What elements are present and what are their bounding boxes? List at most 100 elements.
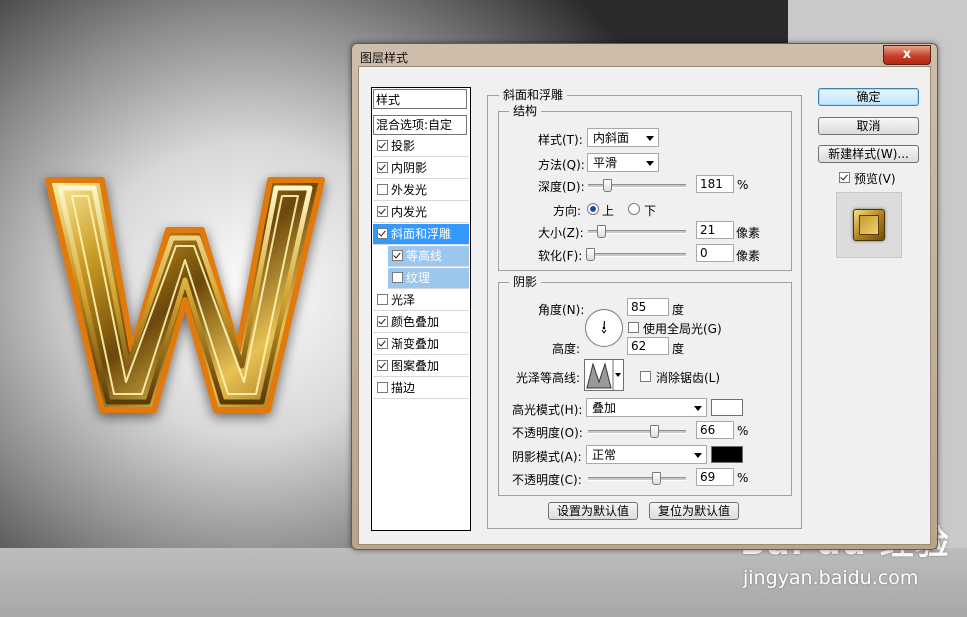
checkbox-icon[interactable] [392, 250, 403, 261]
style-list-item-label: 投影 [391, 139, 416, 153]
chevron-down-icon [646, 136, 654, 141]
structure-title: 结构 [509, 102, 542, 119]
highlight-opacity-label: 不透明度(O): [512, 426, 583, 440]
gloss-contour-label: 光泽等高线: [516, 371, 581, 385]
make-default-button[interactable]: 设置为默认值 [548, 502, 638, 520]
checkbox-icon [839, 172, 850, 183]
checkbox-icon[interactable] [377, 206, 388, 217]
angle-unit: 度 [672, 303, 685, 317]
style-list-item[interactable]: 纹理 [388, 268, 469, 289]
style-list-item[interactable]: 内发光 [373, 202, 469, 223]
dialog-title: 图层样式 [360, 51, 409, 65]
shadow-opacity-slider[interactable] [588, 472, 686, 485]
direction-down-radio[interactable] [628, 203, 640, 215]
size-slider-thumb[interactable] [597, 225, 606, 238]
chevron-down-icon [694, 406, 702, 411]
style-list-item[interactable]: 图案叠加 [373, 356, 469, 377]
size-input[interactable]: 21 [696, 221, 734, 239]
angle-input[interactable]: 85 [627, 298, 669, 316]
depth-slider-thumb[interactable] [603, 179, 612, 192]
altitude-input[interactable]: 62 [627, 337, 669, 355]
style-list-item[interactable]: 颜色叠加 [373, 312, 469, 333]
technique-dropdown[interactable]: 平滑 [587, 153, 659, 172]
antialias-checkbox[interactable] [640, 370, 651, 384]
preview-label[interactable]: 预览(V) [854, 170, 896, 187]
style-list-item[interactable]: 描边 [373, 378, 469, 399]
bevel-emboss-title: 斜面和浮雕 [499, 86, 568, 103]
antialias-label[interactable]: 消除锯齿(L) [656, 369, 720, 386]
depth-unit: % [737, 178, 749, 192]
styles-list: 样式 混合选项:自定 投影内阴影外发光内发光斜面和浮雕等高线 纹理光泽颜色叠加渐变… [371, 87, 471, 531]
ok-button[interactable]: 确定 [818, 88, 919, 106]
new-style-button[interactable]: 新建样式(W)... [818, 145, 919, 163]
checkbox-icon [640, 371, 651, 382]
checkbox-icon[interactable] [392, 272, 403, 283]
style-list-item[interactable]: 斜面和浮雕 [373, 224, 469, 245]
direction-down-label[interactable]: 下 [644, 202, 656, 219]
highlight-mode-label: 高光模式(H): [512, 403, 583, 417]
blending-options-item[interactable]: 混合选项:自定 [373, 115, 467, 135]
checkbox-icon[interactable] [377, 184, 388, 195]
soften-slider[interactable] [586, 248, 686, 261]
global-light-checkbox[interactable] [628, 321, 639, 335]
checkbox-icon[interactable] [377, 294, 388, 305]
checkbox-icon[interactable] [377, 382, 388, 393]
contour-curve-icon [585, 360, 621, 390]
size-slider[interactable] [588, 225, 686, 238]
depth-label: 深度(D): [538, 180, 585, 194]
shadow-opacity-input[interactable]: 69 [696, 468, 734, 486]
depth-input[interactable]: 181 [696, 175, 734, 193]
shadow-opacity-thumb[interactable] [652, 472, 661, 485]
watermark-url: jingyan.baidu.com [743, 567, 919, 589]
bevel-style-value: 内斜面 [593, 131, 630, 145]
highlight-mode-value: 叠加 [592, 401, 617, 415]
angle-dial[interactable] [585, 309, 623, 347]
highlight-opacity-input[interactable]: 66 [696, 421, 734, 439]
style-list-item-label: 内阴影 [391, 161, 428, 175]
checkbox-icon[interactable] [377, 360, 388, 371]
direction-up-radio[interactable] [587, 203, 599, 215]
style-list-item-label: 渐变叠加 [391, 337, 440, 351]
reset-default-button[interactable]: 复位为默认值 [649, 502, 739, 520]
style-list-item-label: 颜色叠加 [391, 315, 440, 329]
direction-up-label[interactable]: 上 [602, 202, 614, 219]
checkbox-icon[interactable] [377, 228, 388, 239]
style-list-item[interactable]: 等高线 [388, 246, 469, 267]
style-list-item[interactable]: 投影 [373, 136, 469, 157]
gold-letter-w-artwork [45, 177, 325, 413]
highlight-opacity-thumb[interactable] [650, 425, 659, 438]
shadow-opacity-unit: % [737, 471, 749, 485]
preview-checkbox[interactable] [839, 171, 850, 185]
checkbox-icon[interactable] [377, 140, 388, 151]
style-list-item-label: 光泽 [391, 293, 416, 307]
highlight-opacity-slider[interactable] [588, 425, 686, 438]
checkbox-icon[interactable] [377, 162, 388, 173]
shadow-mode-dropdown[interactable]: 正常 [586, 445, 707, 464]
global-light-label[interactable]: 使用全局光(G) [643, 320, 722, 337]
highlight-mode-dropdown[interactable]: 叠加 [586, 398, 707, 417]
style-list-item[interactable]: 内阴影 [373, 158, 469, 179]
highlight-color-swatch[interactable] [711, 399, 743, 416]
checkbox-icon[interactable] [377, 316, 388, 327]
shading-title: 阴影 [509, 273, 542, 290]
style-list-item-label: 内发光 [391, 205, 428, 219]
close-button[interactable]: x [883, 45, 931, 65]
style-list-item-label: 斜面和浮雕 [391, 227, 452, 241]
direction-label: 方向: [553, 204, 582, 218]
soften-label: 软化(F): [538, 249, 583, 263]
style-list-item[interactable]: 外发光 [373, 180, 469, 201]
technique-label: 方法(Q): [538, 158, 585, 172]
cancel-button[interactable]: 取消 [818, 117, 919, 135]
checkbox-icon[interactable] [377, 338, 388, 349]
style-list-item[interactable]: 渐变叠加 [373, 334, 469, 355]
depth-slider[interactable] [588, 179, 686, 192]
layer-style-dialog: 图层样式 x 样式 混合选项:自定 投影 内阴影 外发光 内发光 斜面和浮雕 等高线 纹理光… [351, 43, 938, 550]
bevel-style-dropdown[interactable]: 内斜面 [587, 128, 659, 147]
style-list-item-label: 外发光 [391, 183, 428, 197]
gloss-contour-picker[interactable] [584, 359, 624, 391]
soften-input[interactable]: 0 [696, 244, 734, 262]
shadow-color-swatch[interactable] [711, 446, 743, 463]
soften-slider-thumb[interactable] [586, 248, 595, 261]
styles-header[interactable]: 样式 [373, 89, 467, 109]
style-list-item[interactable]: 光泽 [373, 290, 469, 311]
